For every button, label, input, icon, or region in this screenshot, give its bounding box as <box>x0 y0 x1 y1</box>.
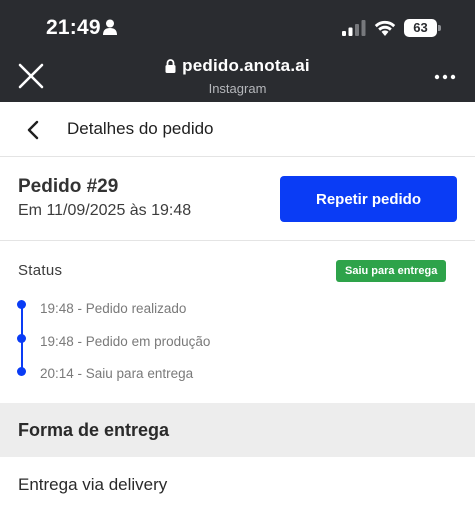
page-title: Detalhes do pedido <box>67 119 214 138</box>
timeline-dot <box>17 334 26 343</box>
timeline-step: 20:14 - Saiu para entrega <box>40 366 194 381</box>
order-summary: Pedido #29 Em 11/09/2025 às 19:48 Repeti… <box>0 157 475 241</box>
page-header: Detalhes do pedido <box>0 102 475 157</box>
url-bar[interactable]: pedido.anota.ai <box>0 56 475 78</box>
order-number: Pedido #29 <box>18 176 119 197</box>
wifi-icon <box>374 20 396 36</box>
status-badge: Saiu para entrega <box>336 260 447 282</box>
back-arrow-icon[interactable] <box>24 118 44 142</box>
status-label: Status <box>18 262 63 279</box>
delivery-section-title: Forma de entrega <box>18 420 170 440</box>
timeline-dot <box>17 367 26 376</box>
delivery-method: Entrega via delivery <box>18 475 168 494</box>
signal-icon <box>342 20 366 36</box>
repeat-order-button[interactable]: Repetir pedido <box>280 176 457 222</box>
url-text: pedido.anota.ai <box>182 56 310 75</box>
battery-indicator: 63 <box>404 19 437 37</box>
timeline-dot <box>17 300 26 309</box>
battery-tip <box>438 25 441 31</box>
lock-icon <box>165 59 176 73</box>
delivery-section-header: Forma de entrega <box>0 403 475 457</box>
timeline-step: 19:48 - Pedido realizado <box>40 301 187 316</box>
browser-top-bar: 21:49 63 pedido.anota.ai Instagram <box>0 0 475 102</box>
timeline-step: 19:48 - Pedido em produção <box>40 334 211 349</box>
person-icon <box>103 19 117 35</box>
browser-source: Instagram <box>208 81 267 96</box>
order-date: Em 11/09/2025 às 19:48 <box>18 202 192 219</box>
status-time: 21:49 <box>46 16 101 39</box>
more-options-icon[interactable] <box>434 66 456 88</box>
